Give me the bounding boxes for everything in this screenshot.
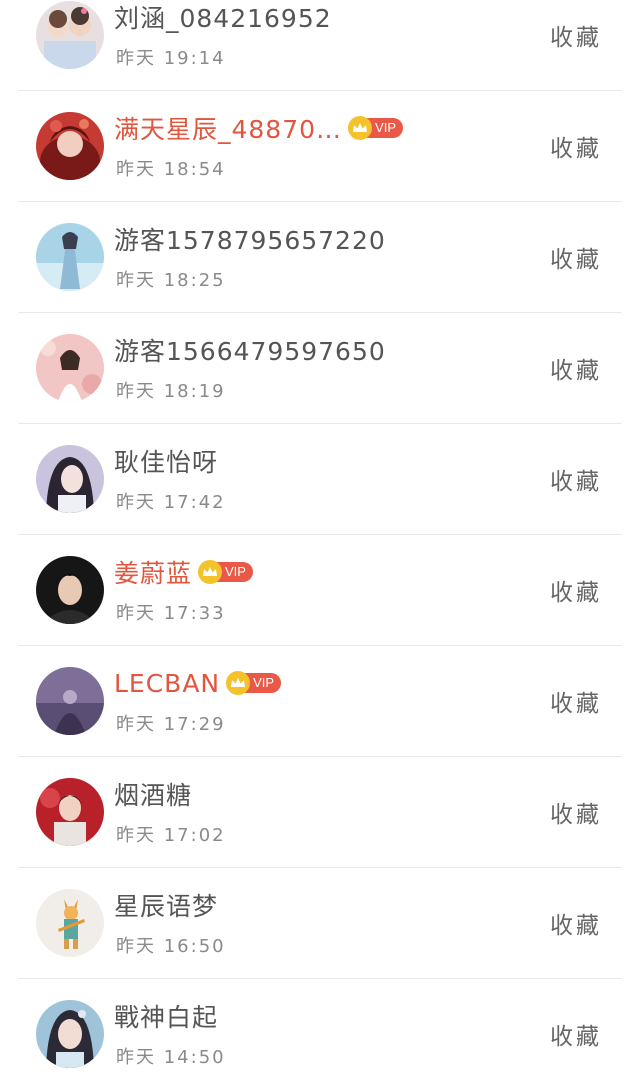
avatar[interactable] <box>36 889 104 957</box>
user-name[interactable]: 刘涵_084216952 <box>114 0 332 35</box>
user-name[interactable]: 星辰语梦 <box>114 887 218 923</box>
avatar[interactable] <box>36 778 104 846</box>
collect-button[interactable]: 收藏 <box>550 906 602 940</box>
timestamp: 昨天 18:54 <box>116 159 226 180</box>
list-item[interactable]: 星辰语梦 昨天 16:50 收藏 <box>0 868 640 979</box>
list-item[interactable]: LECBAN VIP 昨天 17:29 收藏 <box>0 646 640 757</box>
user-list: 刘涵_084216952 昨天 19:14 收藏 满天星辰_48870… VIP… <box>0 0 640 1090</box>
collect-button[interactable]: 收藏 <box>550 18 602 52</box>
user-name[interactable]: 游客1566479597650 <box>114 332 386 368</box>
timestamp: 昨天 17:29 <box>116 714 226 735</box>
crown-icon <box>348 116 373 140</box>
crown-icon <box>226 671 251 695</box>
avatar[interactable] <box>36 112 104 180</box>
name-line: 刘涵_084216952 <box>114 0 332 37</box>
avatar[interactable] <box>36 334 104 402</box>
avatar[interactable] <box>36 667 104 735</box>
timestamp: 昨天 17:42 <box>116 492 226 513</box>
timestamp: 昨天 17:02 <box>116 825 226 846</box>
avatar[interactable] <box>36 1 104 69</box>
name-line: 游客1566479597650 <box>114 330 386 370</box>
collect-button[interactable]: 收藏 <box>550 462 602 496</box>
name-line: 满天星辰_48870… VIP <box>114 108 403 148</box>
name-line: 耿佳怡呀 <box>114 441 218 481</box>
list-item[interactable]: 烟酒糖 昨天 17:02 收藏 <box>0 757 640 868</box>
timestamp: 昨天 19:14 <box>116 48 226 69</box>
collect-button[interactable]: 收藏 <box>550 129 602 163</box>
collect-button[interactable]: 收藏 <box>550 1017 602 1051</box>
timestamp: 昨天 14:50 <box>116 1047 226 1068</box>
collect-button[interactable]: 收藏 <box>550 684 602 718</box>
avatar[interactable] <box>36 223 104 291</box>
user-name[interactable]: 姜蔚蓝 <box>114 554 192 590</box>
collect-button[interactable]: 收藏 <box>550 240 602 274</box>
collect-button[interactable]: 收藏 <box>550 795 602 829</box>
list-item[interactable]: 耿佳怡呀 昨天 17:42 收藏 <box>0 424 640 535</box>
user-name[interactable]: 游客1578795657220 <box>114 221 386 257</box>
list-item[interactable]: 姜蔚蓝 VIP 昨天 17:33 收藏 <box>0 535 640 646</box>
user-name[interactable]: 戰神白起 <box>114 998 218 1034</box>
name-line: 戰神白起 <box>114 996 218 1036</box>
user-name[interactable]: 烟酒糖 <box>114 776 192 812</box>
name-line: 游客1578795657220 <box>114 219 386 259</box>
timestamp: 昨天 17:33 <box>116 603 226 624</box>
timestamp: 昨天 16:50 <box>116 936 226 957</box>
user-name[interactable]: 耿佳怡呀 <box>114 443 218 479</box>
name-line: 烟酒糖 <box>114 774 192 814</box>
collect-button[interactable]: 收藏 <box>550 351 602 385</box>
avatar[interactable] <box>36 1000 104 1068</box>
timestamp: 昨天 18:25 <box>116 270 226 291</box>
list-item[interactable]: 满天星辰_48870… VIP 昨天 18:54 收藏 <box>0 91 640 202</box>
collect-button[interactable]: 收藏 <box>550 573 602 607</box>
vip-badge: VIP <box>348 116 403 140</box>
list-item[interactable]: 游客1566479597650 昨天 18:19 收藏 <box>0 313 640 424</box>
avatar[interactable] <box>36 445 104 513</box>
name-line: 姜蔚蓝 VIP <box>114 552 253 592</box>
avatar[interactable] <box>36 556 104 624</box>
vip-badge: VIP <box>226 671 282 695</box>
list-item[interactable]: 游客1578795657220 昨天 18:25 收藏 <box>0 202 640 313</box>
list-item[interactable]: 戰神白起 昨天 14:50 收藏 <box>0 979 640 1090</box>
crown-icon <box>198 560 223 584</box>
timestamp: 昨天 18:19 <box>116 381 226 402</box>
user-name[interactable]: LECBAN <box>114 669 220 698</box>
vip-badge: VIP <box>198 560 253 584</box>
user-name[interactable]: 满天星辰_48870… <box>114 110 342 146</box>
name-line: LECBAN VIP <box>114 663 282 703</box>
name-line: 星辰语梦 <box>114 885 218 925</box>
list-item[interactable]: 刘涵_084216952 昨天 19:14 收藏 <box>0 0 640 91</box>
